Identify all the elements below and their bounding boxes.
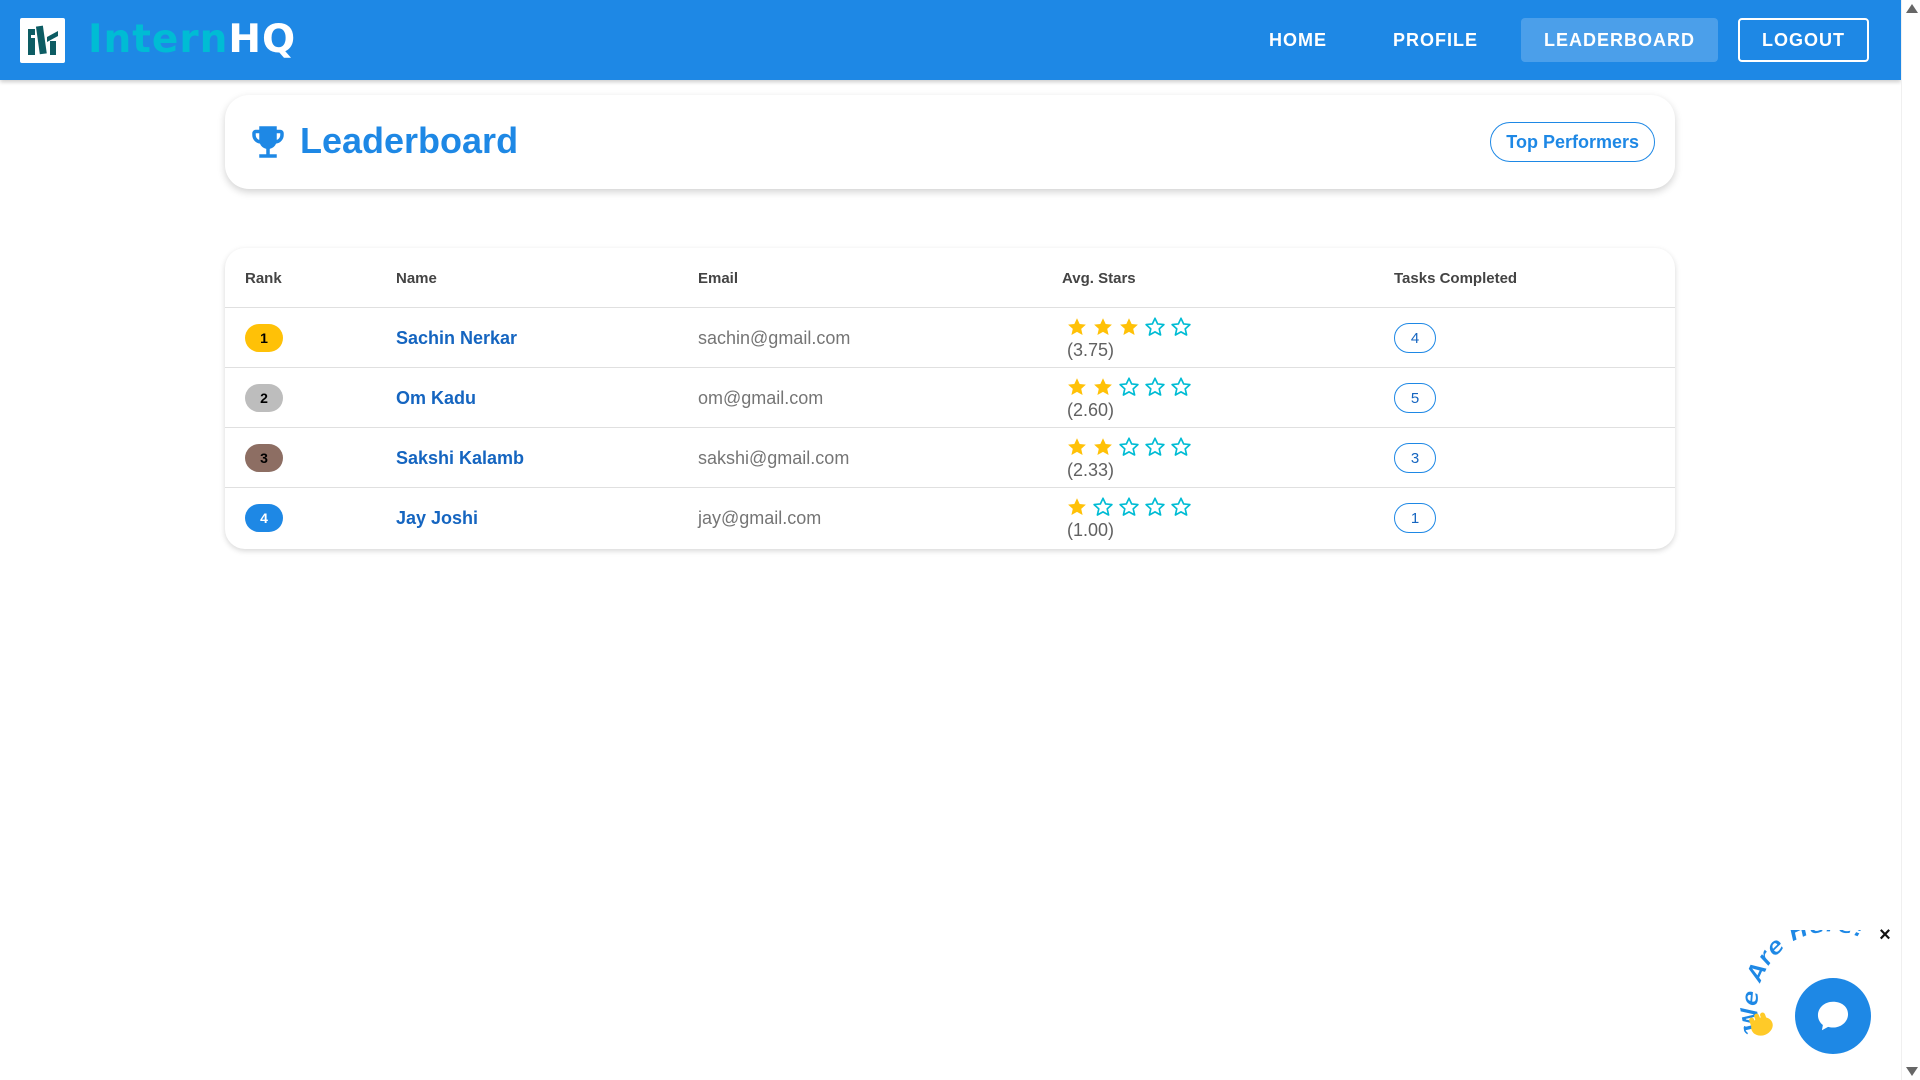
star-rating (1062, 435, 1192, 459)
star-empty-icon (1145, 377, 1165, 396)
scroll-down-arrow-icon[interactable] (1906, 1067, 1918, 1076)
star-rating (1062, 375, 1192, 399)
star-empty-icon (1119, 437, 1139, 456)
rank-badge: 4 (245, 504, 283, 532)
intern-email: jay@gmail.com (698, 507, 822, 528)
nav-leaderboard-button[interactable]: LEADERBOARD (1520, 18, 1718, 62)
page-scrollbar[interactable] (1901, 0, 1920, 1080)
avg-stars-value: (1.00) (1067, 520, 1115, 540)
star-empty-icon (1145, 317, 1165, 336)
star-filled-icon (1068, 438, 1086, 455)
trophy-icon (252, 126, 284, 158)
nav-links: HOME PROFILE LEADERBOARD LOGOUT (1246, 18, 1869, 62)
star-empty-icon (1145, 437, 1165, 456)
column-header-email: Email (698, 269, 739, 287)
top-navbar: InternHQ HOME PROFILE LEADERBOARD LOGOUT (0, 0, 1901, 80)
avg-stars-value: (2.60) (1067, 400, 1115, 420)
star-empty-icon (1093, 497, 1113, 516)
table-row: 2 Om Kadu om@gmail.com (2.60) 5 (225, 368, 1675, 428)
brand-part-hq: HQ (228, 17, 297, 62)
brand-part-intern: Intern (88, 17, 229, 62)
tasks-completed-chip: 3 (1394, 443, 1436, 473)
star-filled-icon (1068, 378, 1086, 395)
intern-name-link[interactable]: Sachin Nerkar (396, 328, 517, 349)
star-empty-icon (1171, 497, 1191, 516)
rank-badge: 2 (245, 384, 283, 412)
intern-email: sakshi@gmail.com (698, 447, 850, 468)
tasks-completed-chip: 5 (1394, 383, 1436, 413)
logo-icon (27, 25, 58, 55)
table-row: 3 Sakshi Kalamb sakshi@gmail.com (2.33) … (225, 428, 1675, 488)
star-filled-icon (1120, 318, 1138, 335)
leaderboard-header-card: Leaderboard Top Performers (225, 95, 1675, 189)
star-empty-icon (1119, 377, 1139, 396)
avg-stars-value: (3.75) (1067, 340, 1115, 360)
star-filled-icon (1094, 378, 1112, 395)
page-title: Leaderboard (300, 120, 519, 161)
chat-open-button[interactable] (1795, 978, 1871, 1054)
column-header-avg-stars: Avg. Stars (1062, 269, 1136, 287)
intern-name-link[interactable]: Sakshi Kalamb (396, 448, 524, 469)
scroll-up-arrow-icon[interactable] (1906, 4, 1918, 13)
top-performers-chip[interactable]: Top Performers (1490, 122, 1655, 162)
avg-stars-value: (2.33) (1067, 460, 1115, 480)
star-filled-icon (1068, 498, 1086, 515)
table-row: 1 Sachin Nerkar sachin@gmail.com (3.75) … (225, 308, 1675, 368)
intern-email: om@gmail.com (698, 387, 824, 408)
nav-home-button[interactable]: HOME (1246, 18, 1350, 62)
nav-profile-button[interactable]: PROFILE (1370, 18, 1501, 62)
leaderboard-table: Rank Name Email Avg. Stars Tasks Complet… (225, 248, 1675, 549)
app-logo[interactable] (20, 18, 65, 63)
column-header-name: Name (396, 269, 437, 287)
column-header-rank: Rank (245, 269, 282, 287)
star-filled-icon (1094, 318, 1112, 335)
star-filled-icon (1094, 438, 1112, 455)
rank-badge: 1 (245, 324, 283, 352)
star-empty-icon (1145, 497, 1165, 516)
intern-name-link[interactable]: Om Kadu (396, 388, 476, 409)
star-empty-icon (1171, 317, 1191, 336)
star-empty-icon (1171, 437, 1191, 456)
column-header-tasks-completed: Tasks Completed (1394, 269, 1518, 287)
star-rating (1062, 495, 1192, 519)
brand-name: InternHQ (88, 16, 296, 64)
tasks-completed-chip: 4 (1394, 323, 1436, 353)
table-header-row: Rank Name Email Avg. Stars Tasks Complet… (225, 248, 1675, 308)
star-filled-icon (1068, 318, 1086, 335)
tasks-completed-chip: 1 (1394, 503, 1436, 533)
chat-bubble-icon (1817, 1001, 1849, 1031)
intern-email: sachin@gmail.com (698, 327, 851, 348)
intern-name-link[interactable]: Jay Joshi (396, 508, 478, 529)
star-empty-icon (1119, 497, 1139, 516)
logout-button[interactable]: LOGOUT (1738, 18, 1869, 62)
rank-badge: 3 (245, 444, 283, 472)
table-row: 4 Jay Joshi jay@gmail.com (1.00) 1 (225, 488, 1675, 548)
star-rating (1062, 315, 1192, 339)
star-empty-icon (1171, 377, 1191, 396)
